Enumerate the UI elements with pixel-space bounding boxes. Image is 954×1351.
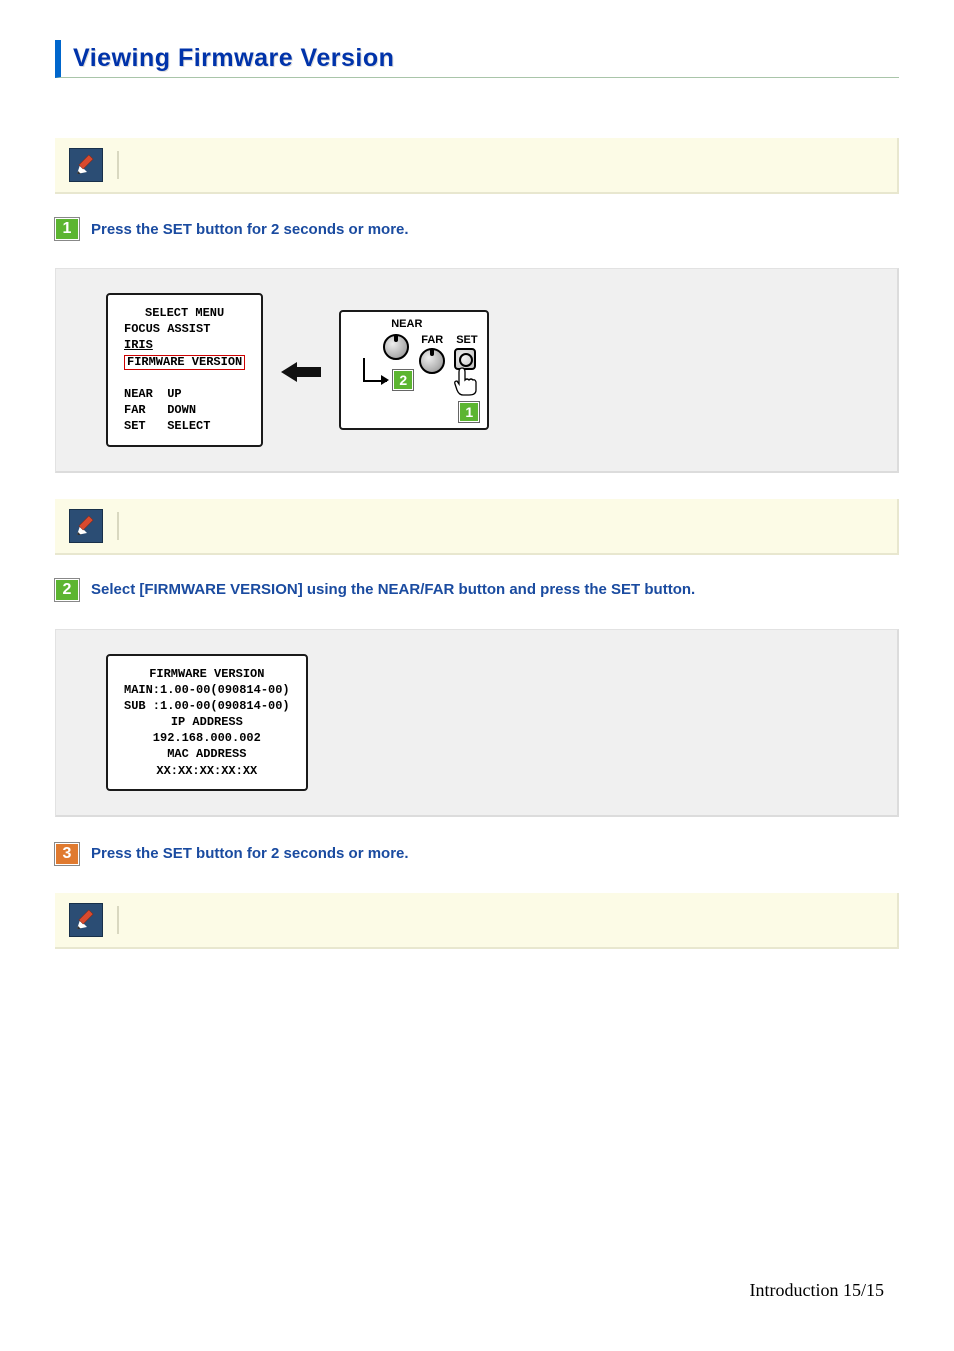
hand-press-icon: [451, 366, 479, 401]
menu-item-focus-assist: FOCUS ASSIST: [124, 322, 210, 336]
menu-item-iris: IRIS: [124, 338, 153, 352]
fw-ip-value: 192.168.000.002: [153, 731, 261, 745]
callout-badge-2: 2: [393, 370, 413, 390]
menu-screen: SELECT MENUFOCUS ASSIST IRIS FIRMWARE VE…: [106, 293, 263, 447]
menu-hint: NEAR UP: [124, 387, 182, 401]
label-far: FAR: [421, 334, 443, 346]
firmware-screen: FIRMWARE VERSION MAIN:1.00-00(090814-00)…: [106, 654, 308, 791]
page-footer: Introduction 15/15: [750, 1280, 884, 1301]
label-near: NEAR: [391, 318, 422, 330]
far-dial-icon: [419, 348, 445, 374]
menu-title: SELECT MENU: [124, 305, 245, 321]
step-2-line: 2 Select [FIRMWARE VERSION] using the NE…: [55, 579, 899, 601]
pencil-note-icon: [69, 148, 103, 182]
figure-panel-1: SELECT MENUFOCUS ASSIST IRIS FIRMWARE VE…: [55, 268, 899, 473]
note-divider-icon: [117, 512, 119, 540]
step-number-badge: 3: [55, 843, 79, 865]
figure-panel-2: FIRMWARE VERSION MAIN:1.00-00(090814-00)…: [55, 629, 899, 817]
pencil-note-icon: [69, 903, 103, 937]
menu-item-firmware-version: FIRMWARE VERSION: [124, 355, 245, 370]
step-3-text: Press the SET button for 2 seconds or mo…: [91, 845, 409, 862]
section-heading: Viewing Firmware Version: [73, 44, 899, 73]
note-divider-icon: [117, 151, 119, 179]
callout-badge-1: 1: [459, 402, 479, 422]
fw-ip-label: IP ADDRESS: [171, 715, 243, 729]
path-arrow-icon: [363, 358, 387, 382]
note-band: [55, 138, 899, 194]
step-number-badge: 2: [55, 579, 79, 601]
step-2-text: Select [FIRMWARE VERSION] using the NEAR…: [91, 581, 695, 598]
label-set: SET: [456, 334, 477, 346]
fw-sub: SUB :1.00-00(090814-00): [124, 698, 290, 714]
section-heading-bar: Viewing Firmware Version: [55, 40, 899, 78]
step-number-badge: 1: [55, 218, 79, 240]
step-1-text: Press the SET button for 2 seconds or mo…: [91, 221, 409, 238]
fw-mac-label: MAC ADDRESS: [167, 747, 246, 761]
step-1-line: 1 Press the SET button for 2 seconds or …: [55, 218, 899, 240]
arrow-left-icon: [281, 360, 321, 380]
fw-main: MAIN:1.00-00(090814-00): [124, 682, 290, 698]
menu-hint: FAR DOWN: [124, 403, 196, 417]
note-band: [55, 499, 899, 555]
menu-hint: SET SELECT: [124, 419, 210, 433]
pencil-note-icon: [69, 509, 103, 543]
note-divider-icon: [117, 906, 119, 934]
near-dial-icon: [383, 334, 409, 360]
fw-mac-value: XX:XX:XX:XX:XX: [156, 764, 257, 778]
fw-title: FIRMWARE VERSION: [149, 667, 264, 681]
note-band: [55, 893, 899, 949]
control-diagram: NEAR FAR SET 2 1: [339, 310, 489, 430]
step-3-line: 3 Press the SET button for 2 seconds or …: [55, 843, 899, 865]
